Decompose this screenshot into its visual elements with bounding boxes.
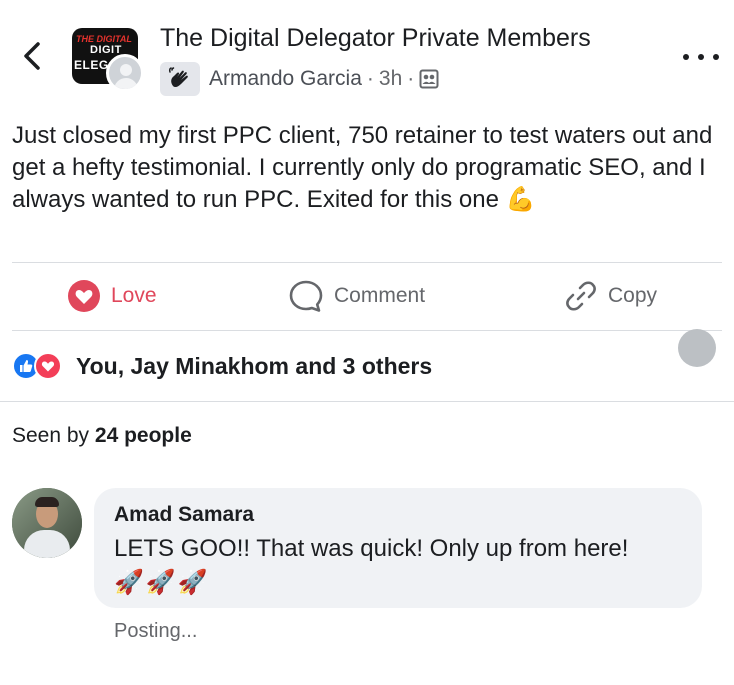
post-text: Just closed my first PPC client, 750 ret… xyxy=(12,122,713,213)
author-name[interactable]: Armando Garcia xyxy=(209,67,362,91)
more-horizontal-icon xyxy=(683,54,689,60)
more-options-button[interactable] xyxy=(683,47,719,67)
comment-label: Comment xyxy=(334,284,426,307)
rocket-emoji: 🚀🚀🚀 xyxy=(114,569,210,596)
post-time[interactable]: 3h xyxy=(379,67,402,91)
post-meta: Armando Garcia · 3h · xyxy=(160,62,439,96)
reaction-icons xyxy=(12,351,68,381)
comment-icon xyxy=(289,280,323,312)
copy-label: Copy xyxy=(608,284,658,307)
comment-text: LETS GOO!! That was quick! Only up from … xyxy=(114,535,629,562)
post-header: THE DIGITAL DIGIT ELEG The Digital Deleg… xyxy=(0,0,734,110)
divider xyxy=(0,401,734,402)
link-icon xyxy=(566,281,596,311)
heart-icon xyxy=(68,280,100,312)
action-bar: Love Comment Copy xyxy=(12,263,722,329)
meta-separator: · xyxy=(407,67,415,90)
love-reaction-icon xyxy=(34,352,62,380)
love-label: Love xyxy=(111,284,157,307)
seen-prefix: Seen by xyxy=(12,424,90,447)
post-body: Just closed my first PPC client, 750 ret… xyxy=(12,120,722,216)
group-avatar[interactable]: THE DIGITAL DIGIT ELEG xyxy=(72,28,144,94)
scroll-handle[interactable] xyxy=(678,329,716,367)
comment-author[interactable]: Amad Samara xyxy=(114,503,254,527)
comment-button[interactable]: Comment xyxy=(288,263,425,329)
reactions-text: You, Jay Minakhom and 3 others xyxy=(76,352,433,379)
flexed-biceps-emoji: 💪 xyxy=(505,186,536,213)
copy-link-button[interactable]: Copy xyxy=(564,263,657,329)
comment-bubble[interactable]: Amad Samara LETS GOO!! That was quick! O… xyxy=(94,488,702,608)
meta-separator: · xyxy=(366,67,374,90)
seen-count: 24 people xyxy=(94,424,192,447)
group-name[interactable]: The Digital Delegator Private Members xyxy=(160,24,591,53)
waving-hand-badge-icon[interactable] xyxy=(160,62,200,96)
divider xyxy=(12,330,722,331)
members-group-icon xyxy=(419,69,439,89)
reactions-summary[interactable]: You, Jay Minakhom and 3 others xyxy=(12,348,432,384)
commenter-avatar[interactable] xyxy=(12,488,82,558)
seen-by[interactable]: Seen by 24 people xyxy=(12,424,192,448)
back-button[interactable] xyxy=(14,36,50,76)
comment-status: Posting... xyxy=(114,620,198,642)
chevron-left-icon xyxy=(24,42,40,70)
author-avatar[interactable] xyxy=(106,54,144,92)
love-button[interactable]: Love xyxy=(67,263,157,329)
